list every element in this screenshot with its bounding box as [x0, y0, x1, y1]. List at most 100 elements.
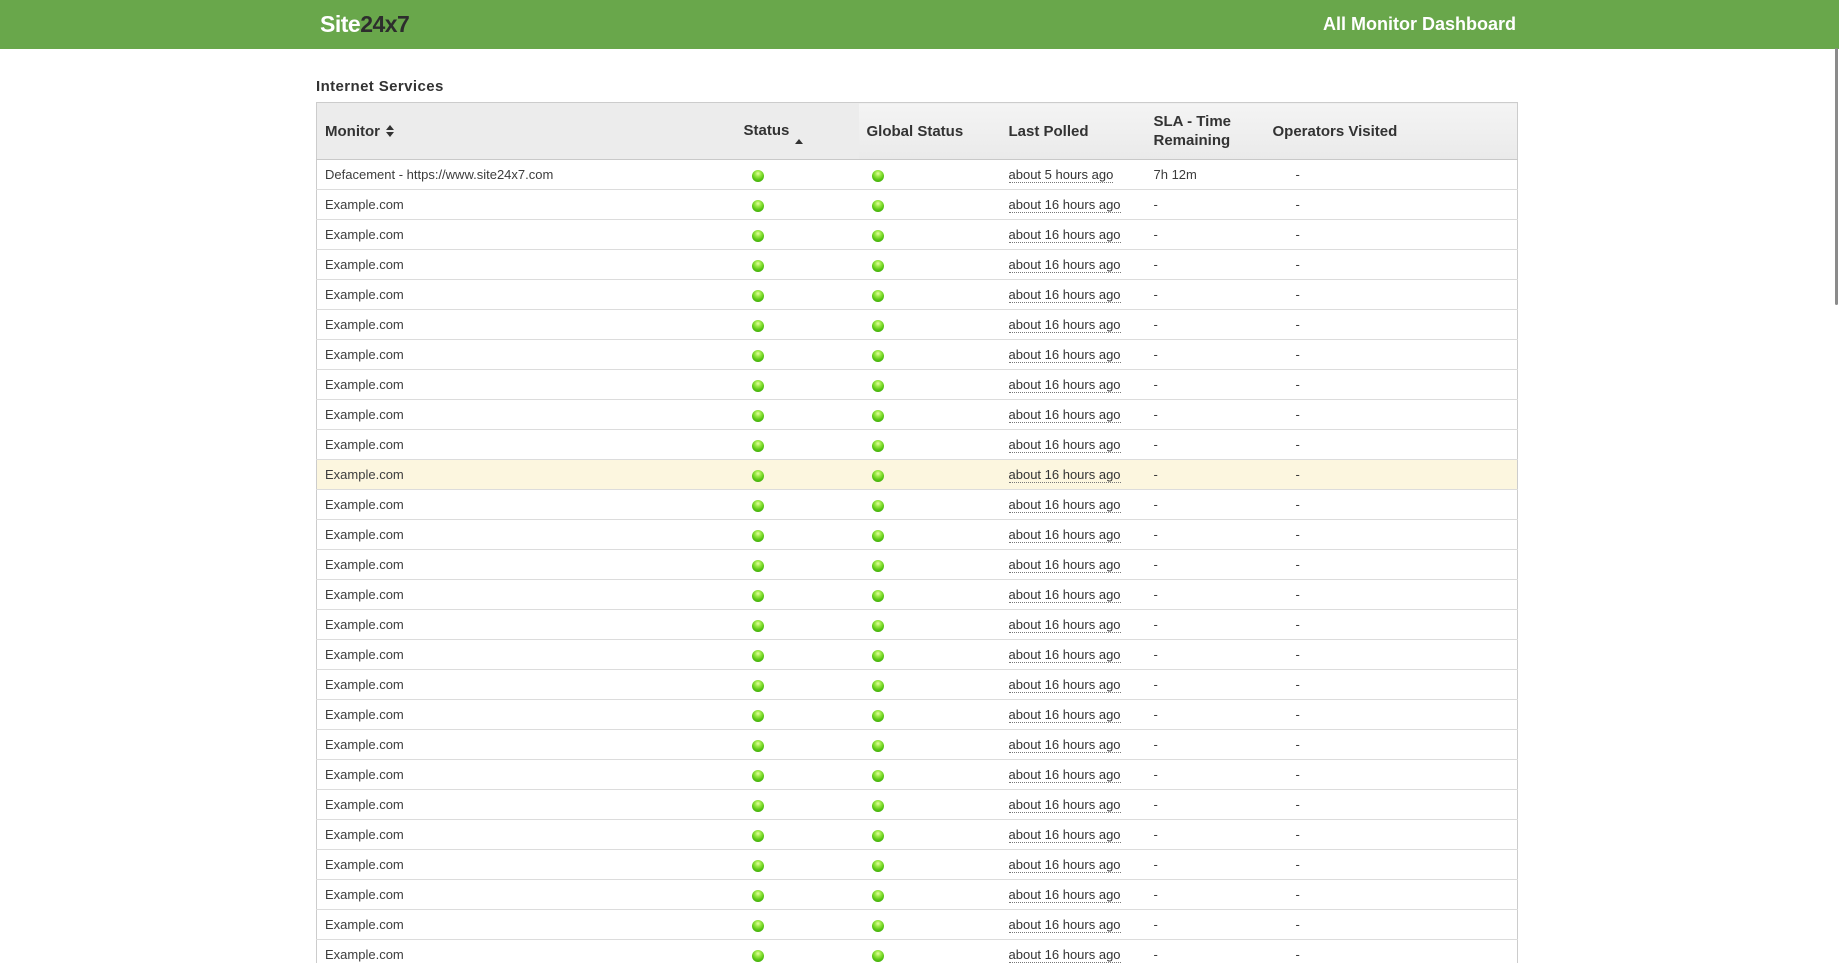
last-polled-link[interactable]: about 16 hours ago: [1009, 557, 1121, 573]
last-polled-link[interactable]: about 16 hours ago: [1009, 347, 1121, 363]
column-header-operators-visited[interactable]: Operators Visited: [1265, 103, 1518, 160]
global-status-up-orb-icon: [872, 710, 884, 722]
column-header-monitor[interactable]: Monitor: [317, 103, 736, 160]
last-polled-link[interactable]: about 16 hours ago: [1009, 197, 1121, 213]
global-status-cell: [859, 910, 1001, 940]
monitor-row[interactable]: Example.com about 16 hours ago - -: [317, 580, 1518, 610]
last-polled-link[interactable]: about 16 hours ago: [1009, 767, 1121, 783]
global-status-up-orb-icon: [872, 950, 884, 962]
last-polled-link[interactable]: about 16 hours ago: [1009, 227, 1121, 243]
monitor-row[interactable]: Example.com about 16 hours ago - -: [317, 430, 1518, 460]
table-header-row: Monitor Status Global Status Last Polled…: [317, 103, 1518, 160]
last-polled-link[interactable]: about 16 hours ago: [1009, 437, 1121, 453]
status-up-orb-icon: [752, 470, 764, 482]
monitor-name: Example.com: [317, 520, 736, 550]
monitor-row[interactable]: Example.com about 16 hours ago - -: [317, 550, 1518, 580]
monitor-row[interactable]: Example.com about 16 hours ago - -: [317, 220, 1518, 250]
last-polled-link[interactable]: about 16 hours ago: [1009, 587, 1121, 603]
column-header-sla-time-remaining[interactable]: SLA - Time Remaining: [1146, 103, 1265, 160]
last-polled-link[interactable]: about 16 hours ago: [1009, 317, 1121, 333]
operators-visited-value: -: [1265, 250, 1518, 280]
monitor-name: Example.com: [317, 670, 736, 700]
status-up-orb-icon: [752, 710, 764, 722]
monitor-row[interactable]: Example.com about 16 hours ago - -: [317, 280, 1518, 310]
last-polled-link[interactable]: about 16 hours ago: [1009, 377, 1121, 393]
status-cell: [736, 940, 859, 963]
operators-visited-value: -: [1265, 160, 1518, 190]
last-polled-link[interactable]: about 16 hours ago: [1009, 497, 1121, 513]
global-status-up-orb-icon: [872, 470, 884, 482]
monitor-row[interactable]: Example.com about 16 hours ago - -: [317, 820, 1518, 850]
monitor-row[interactable]: Example.com about 16 hours ago - -: [317, 670, 1518, 700]
monitor-name: Example.com: [317, 220, 736, 250]
column-header-last-polled[interactable]: Last Polled: [1001, 103, 1146, 160]
last-polled-link[interactable]: about 16 hours ago: [1009, 407, 1121, 423]
monitor-row[interactable]: Example.com about 16 hours ago - -: [317, 520, 1518, 550]
monitor-row[interactable]: Example.com about 16 hours ago - -: [317, 940, 1518, 963]
monitor-row[interactable]: Example.com about 16 hours ago - -: [317, 310, 1518, 340]
operators-visited-value: -: [1265, 760, 1518, 790]
last-polled-link[interactable]: about 5 hours ago: [1009, 167, 1114, 183]
status-up-orb-icon: [752, 230, 764, 242]
global-status-up-orb-icon: [872, 380, 884, 392]
sla-time-remaining-value: -: [1146, 640, 1265, 670]
monitor-row[interactable]: Example.com about 16 hours ago - -: [317, 790, 1518, 820]
last-polled-link[interactable]: about 16 hours ago: [1009, 917, 1121, 933]
status-cell: [736, 550, 859, 580]
last-polled-link[interactable]: about 16 hours ago: [1009, 527, 1121, 543]
global-status-cell: [859, 520, 1001, 550]
last-polled-link[interactable]: about 16 hours ago: [1009, 617, 1121, 633]
last-polled-link[interactable]: about 16 hours ago: [1009, 647, 1121, 663]
monitor-row[interactable]: Example.com about 16 hours ago - -: [317, 400, 1518, 430]
last-polled-link[interactable]: about 16 hours ago: [1009, 857, 1121, 873]
global-status-up-orb-icon: [872, 620, 884, 632]
status-cell: [736, 430, 859, 460]
monitor-row[interactable]: Example.com about 16 hours ago - -: [317, 880, 1518, 910]
monitor-row[interactable]: Example.com about 16 hours ago - -: [317, 700, 1518, 730]
global-status-cell: [859, 190, 1001, 220]
monitor-name: Defacement - https://www.site24x7.com: [317, 160, 736, 190]
monitor-row[interactable]: Example.com about 16 hours ago - -: [317, 250, 1518, 280]
global-status-cell: [859, 580, 1001, 610]
last-polled-link[interactable]: about 16 hours ago: [1009, 287, 1121, 303]
monitor-row[interactable]: Example.com about 16 hours ago - -: [317, 760, 1518, 790]
global-status-up-orb-icon: [872, 530, 884, 542]
monitor-row[interactable]: Example.com about 16 hours ago - -: [317, 850, 1518, 880]
operators-visited-value: -: [1265, 700, 1518, 730]
monitor-row[interactable]: Example.com about 16 hours ago - -: [317, 730, 1518, 760]
operators-visited-value: -: [1265, 430, 1518, 460]
last-polled-link[interactable]: about 16 hours ago: [1009, 887, 1121, 903]
monitor-row[interactable]: Example.com about 16 hours ago - -: [317, 190, 1518, 220]
monitor-row[interactable]: Example.com about 16 hours ago - -: [317, 490, 1518, 520]
last-polled-link[interactable]: about 16 hours ago: [1009, 827, 1121, 843]
last-polled-link[interactable]: about 16 hours ago: [1009, 467, 1121, 483]
last-polled-link[interactable]: about 16 hours ago: [1009, 947, 1121, 963]
last-polled-link[interactable]: about 16 hours ago: [1009, 737, 1121, 753]
monitor-row[interactable]: Example.com about 16 hours ago - -: [317, 640, 1518, 670]
monitor-row[interactable]: Example.com about 16 hours ago - -: [317, 340, 1518, 370]
monitor-row[interactable]: Defacement - https://www.site24x7.com ab…: [317, 160, 1518, 190]
vertical-scrollbar-thumb[interactable]: [1835, 48, 1838, 305]
sla-time-remaining-value: -: [1146, 340, 1265, 370]
monitor-row[interactable]: Example.com about 16 hours ago - -: [317, 610, 1518, 640]
monitor-name: Example.com: [317, 820, 736, 850]
column-header-status[interactable]: Status: [736, 103, 859, 160]
global-status-cell: [859, 790, 1001, 820]
operators-visited-value: -: [1265, 400, 1518, 430]
last-polled-cell: about 16 hours ago: [1001, 220, 1146, 250]
site24x7-logo[interactable]: Site24x7: [320, 0, 409, 49]
operators-visited-value: -: [1265, 220, 1518, 250]
global-status-up-orb-icon: [872, 290, 884, 302]
monitor-row[interactable]: Example.com about 16 hours ago - -: [317, 460, 1518, 490]
monitor-row[interactable]: Example.com about 16 hours ago - -: [317, 370, 1518, 400]
column-header-global-status[interactable]: Global Status: [859, 103, 1001, 160]
last-polled-link[interactable]: about 16 hours ago: [1009, 677, 1121, 693]
last-polled-link[interactable]: about 16 hours ago: [1009, 257, 1121, 273]
monitor-name: Example.com: [317, 490, 736, 520]
monitor-row[interactable]: Example.com about 16 hours ago - -: [317, 910, 1518, 940]
sla-time-remaining-value: -: [1146, 220, 1265, 250]
status-up-orb-icon: [752, 620, 764, 632]
operators-visited-value: -: [1265, 370, 1518, 400]
last-polled-link[interactable]: about 16 hours ago: [1009, 707, 1121, 723]
last-polled-link[interactable]: about 16 hours ago: [1009, 797, 1121, 813]
